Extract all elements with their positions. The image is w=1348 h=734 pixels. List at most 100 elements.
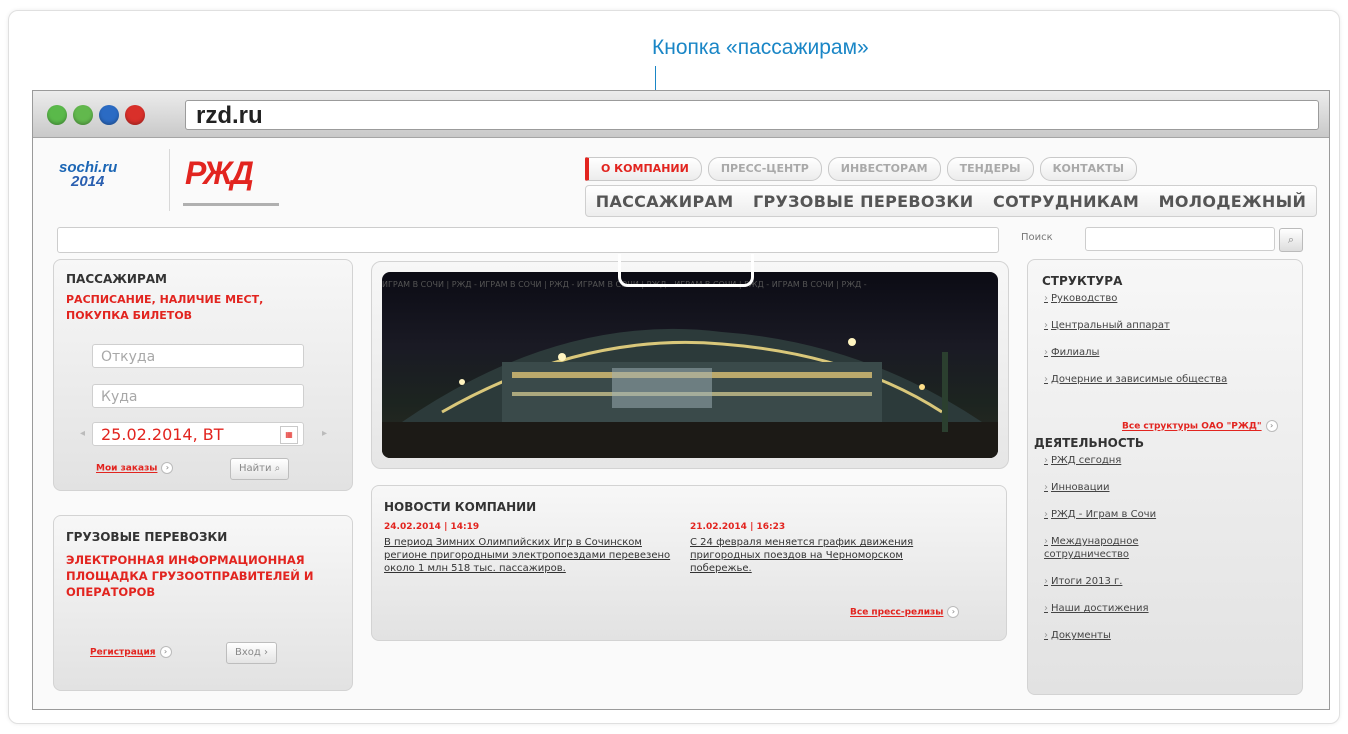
all-press-releases-label: Все пресс-релизы (850, 607, 944, 618)
find-button[interactable]: Найти ⌕ (230, 458, 290, 480)
bullet-icon: › (1044, 320, 1048, 331)
bullet-icon: › (1044, 576, 1048, 587)
login-button[interactable]: Вход › (226, 642, 277, 664)
nav-cargo-button[interactable]: ГРУЗОВЫЕ ПЕРЕВОЗКИ (753, 192, 974, 211)
cargo-subtitle[interactable]: ЭЛЕКТРОННАЯ ИНФОРМАЦИОННАЯ ПЛОЩАДКА ГРУЗ… (66, 552, 338, 600)
bullet-icon: › (1044, 293, 1048, 304)
activity-link-today[interactable]: › РЖД сегодня (1044, 454, 1292, 467)
activity-link-results-2013[interactable]: › Итоги 2013 г. (1044, 575, 1292, 588)
activity-link-label: Международное сотрудничество (1044, 536, 1139, 560)
structure-link-label: Руководство (1051, 293, 1118, 304)
find-label: Найти (239, 463, 272, 474)
activity-link-innovations[interactable]: › Инновации (1044, 481, 1292, 494)
activity-link-achievements[interactable]: › Наши достижения (1044, 602, 1292, 615)
nav-investors[interactable]: ИНВЕСТОРАМ (827, 157, 941, 181)
activity-link-label: Итоги 2013 г. (1051, 576, 1123, 587)
nav-employees-button[interactable]: СОТРУДНИКАМ (993, 192, 1139, 211)
browser-window: rzd.ru sochi.ru 2014 РЖД О КОМПАНИИ ПРЕС… (32, 90, 1330, 710)
all-press-releases-link[interactable]: Все пресс-релизы › (850, 606, 960, 618)
structure-link-label: Центральный аппарат (1051, 320, 1170, 331)
all-structures-label: Все структуры ОАО "РЖД" (1122, 421, 1262, 432)
activity-links: › РЖД сегодня › Инновации › РЖД - Играм в С… (1044, 454, 1292, 642)
search-input[interactable] (1085, 227, 1275, 251)
activity-link-label: РЖД - Играм в Сочи (1051, 509, 1157, 520)
address-bar[interactable]: rzd.ru (185, 100, 1319, 130)
activity-link-label: РЖД сегодня (1051, 455, 1122, 466)
blue-window-dot-icon[interactable] (99, 105, 119, 125)
red-window-dot-icon[interactable] (125, 105, 145, 125)
bullet-icon: › (1044, 630, 1048, 641)
register-label: Регистрация (90, 647, 156, 658)
top-navigation: О КОМПАНИИ ПРЕСС-ЦЕНТР ИНВЕСТОРАМ ТЕНДЕР… (585, 157, 1138, 181)
bullet-icon: › (1044, 347, 1048, 358)
structure-link-leadership[interactable]: › Руководство (1044, 292, 1292, 305)
activity-link-label: Инновации (1051, 482, 1110, 493)
activity-link-label: Документы (1051, 630, 1111, 641)
magnifier-icon: ⌕ (274, 463, 281, 474)
to-station-input[interactable]: Куда (92, 384, 304, 408)
arrow-circle-icon: › (947, 606, 960, 618)
arrow-circle-icon: › (264, 647, 268, 658)
news-text[interactable]: С 24 февраля меняется график движения пр… (690, 536, 960, 575)
nav-passengers-button[interactable]: ПАССАЖИРАМ (596, 192, 734, 211)
from-station-input[interactable]: Откуда (92, 344, 304, 368)
sochi-logo-line2: 2014 (71, 173, 105, 190)
nav-tenders[interactable]: ТЕНДЕРЫ (946, 157, 1034, 181)
news-text[interactable]: В период Зимних Олимпийских Игр в Сочинс… (384, 536, 684, 575)
search-label: Поиск (1021, 232, 1053, 243)
arrow-circle-icon: › (161, 462, 174, 474)
my-orders-label: Мои заказы (96, 463, 158, 474)
bullet-icon: › (1044, 482, 1048, 493)
calendar-icon[interactable]: ▦ (280, 426, 298, 444)
passengers-subtitle[interactable]: РАСПИСАНИЕ, НАЛИЧИЕ МЕСТ, ПОКУПКА БИЛЕТО… (66, 292, 326, 324)
rzd-logo[interactable]: РЖД (185, 155, 254, 192)
nav-about-company[interactable]: О КОМПАНИИ (585, 157, 702, 181)
rzd-logo-tagline (183, 203, 279, 206)
passengers-panel: ПАССАЖИРАМ РАСПИСАНИЕ, НАЛИЧИЕ МЕСТ, ПОК… (53, 259, 353, 491)
callout-label: Кнопка «пассажирам» (652, 36, 869, 59)
logo-divider (169, 149, 170, 211)
register-link[interactable]: Регистрация › (90, 646, 172, 658)
green-window-dot-icon[interactable] (47, 105, 67, 125)
station-night-photo: ИГРАМ В СОЧИ | РЖД - ИГРАМ В СОЧИ | РЖД … (382, 272, 998, 458)
bullet-icon: › (1044, 455, 1048, 466)
news-item[interactable]: 21.02.2014 | 16:23 С 24 февраля меняется… (690, 522, 960, 575)
structure-panel: СТРУКТУРА › Руководство › Центральный аппа… (1027, 259, 1303, 695)
all-structures-link[interactable]: Все структуры ОАО "РЖД" › (1122, 420, 1278, 432)
station-illustration (382, 328, 998, 458)
structure-link-branches[interactable]: › Филиалы (1044, 346, 1292, 359)
nav-contacts[interactable]: КОНТАКТЫ (1039, 157, 1138, 181)
news-panel: НОВОСТИ КОМПАНИИ 24.02.2014 | 14:19 В пе… (371, 485, 1007, 641)
structure-link-central-office[interactable]: › Центральный аппарат (1044, 319, 1292, 332)
breadcrumb-bar (57, 227, 999, 253)
date-prev-arrow-icon[interactable]: ◂ (80, 428, 85, 439)
banner-pager[interactable] (618, 254, 754, 287)
search-button[interactable]: ⌕ (1279, 228, 1303, 252)
news-date: 21.02.2014 | 16:23 (690, 522, 786, 532)
green-window-dot-icon[interactable] (73, 105, 93, 125)
activity-link-international[interactable]: › Международное сотрудничество (1044, 535, 1204, 561)
main-navigation: ПАССАЖИРАМ ГРУЗОВЫЕ ПЕРЕВОЗКИ СОТРУДНИКА… (585, 185, 1317, 217)
nav-youth-button[interactable]: МОЛОДЕЖНЫЙ (1159, 192, 1307, 211)
sochi-logo[interactable]: sochi.ru 2014 (59, 160, 117, 190)
cargo-title: ГРУЗОВЫЕ ПЕРЕВОЗКИ (66, 530, 228, 544)
news-item[interactable]: 24.02.2014 | 14:19 В период Зимних Олимп… (384, 522, 684, 575)
news-title: НОВОСТИ КОМПАНИИ (384, 500, 537, 514)
browser-titlebar: rzd.ru (33, 91, 1329, 138)
bullet-icon: › (1044, 603, 1048, 614)
structure-link-subsidiaries[interactable]: › Дочерние и зависимые общества (1044, 373, 1234, 386)
date-next-arrow-icon[interactable]: ▸ (322, 428, 327, 439)
nav-press-center[interactable]: ПРЕСС-ЦЕНТР (707, 157, 822, 181)
bullet-icon: › (1044, 509, 1048, 520)
my-orders-link[interactable]: Мои заказы › (96, 462, 174, 474)
structure-link-label: Филиалы (1051, 347, 1100, 358)
main-banner[interactable]: ИГРАМ В СОЧИ | РЖД - ИГРАМ В СОЧИ | РЖД … (371, 254, 1009, 469)
structure-links: › Руководство › Центральный аппарат › Филиа… (1044, 292, 1292, 388)
activity-link-documents[interactable]: › Документы (1044, 629, 1292, 642)
activity-link-sochi-games[interactable]: › РЖД - Играм в Сочи (1044, 508, 1292, 521)
passengers-title: ПАССАЖИРАМ (66, 272, 167, 286)
activity-link-label: Наши достижения (1051, 603, 1149, 614)
date-input[interactable]: 25.02.2014, ВТ (92, 422, 304, 446)
news-date: 24.02.2014 | 14:19 (384, 522, 480, 532)
login-label: Вход (235, 647, 261, 658)
